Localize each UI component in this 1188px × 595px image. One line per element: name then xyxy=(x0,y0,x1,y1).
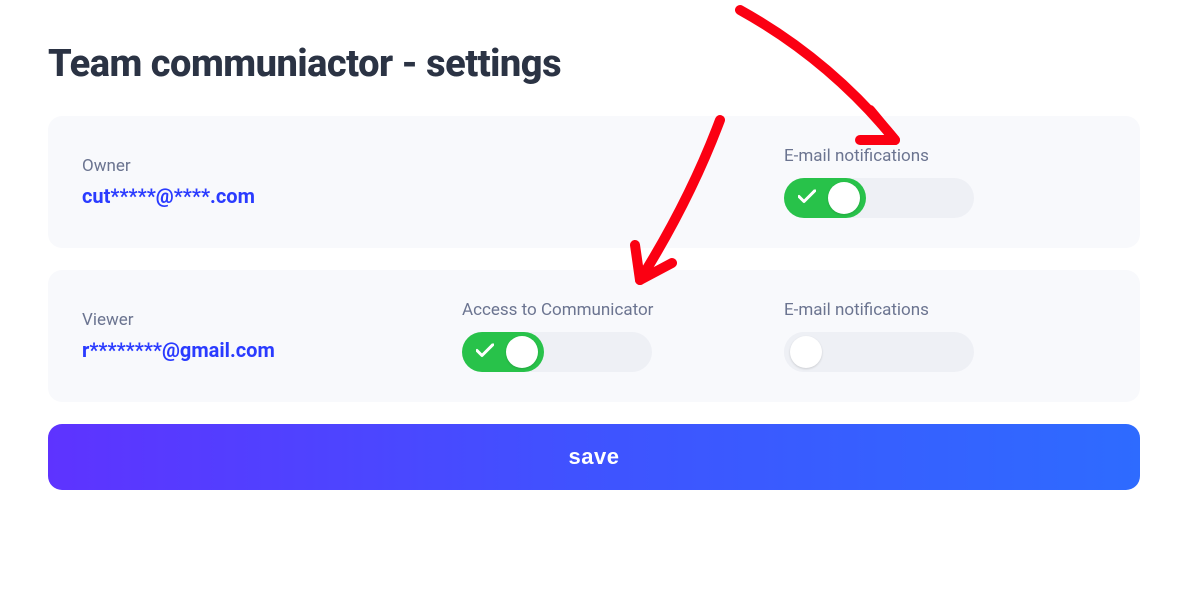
role-label: Owner xyxy=(82,156,462,176)
toggle-track xyxy=(784,178,974,218)
toggle-track xyxy=(462,332,652,372)
email-notifications-label: E-mail notifications xyxy=(784,146,929,166)
member-email[interactable]: cut*****@****.com xyxy=(82,184,462,208)
member-email[interactable]: r********@gmail.com xyxy=(82,338,462,362)
save-button[interactable]: save xyxy=(48,424,1140,490)
check-icon xyxy=(476,343,494,362)
toggle-knob xyxy=(506,336,538,368)
email-col: E-mail notifications xyxy=(784,146,1106,218)
email-col: E-mail notifications xyxy=(784,300,1106,372)
member-info: Owner cut*****@****.com xyxy=(82,156,462,208)
page-title: Team communiactor - settings xyxy=(0,0,1188,86)
email-notifications-toggle[interactable] xyxy=(784,178,866,218)
check-icon xyxy=(798,189,816,208)
access-col: Access to Communicator xyxy=(462,300,784,372)
access-communicator-toggle[interactable] xyxy=(462,332,544,372)
email-notifications-toggle[interactable] xyxy=(784,332,866,372)
access-communicator-label: Access to Communicator xyxy=(462,300,653,320)
member-toggles: Access to Communicator E-mail notificati… xyxy=(462,300,1106,372)
member-cards: Owner cut*****@****.com E-mail notificat… xyxy=(0,86,1188,402)
access-col-empty xyxy=(462,146,784,218)
member-info: Viewer r********@gmail.com xyxy=(82,310,462,362)
role-label: Viewer xyxy=(82,310,462,330)
member-card-owner: Owner cut*****@****.com E-mail notificat… xyxy=(48,116,1140,248)
member-toggles: E-mail notifications xyxy=(462,146,1106,218)
toggle-knob xyxy=(828,182,860,214)
toggle-knob xyxy=(790,336,822,368)
toggle-track xyxy=(784,332,974,372)
email-notifications-label: E-mail notifications xyxy=(784,300,929,320)
member-card-viewer: Viewer r********@gmail.com Access to Com… xyxy=(48,270,1140,402)
